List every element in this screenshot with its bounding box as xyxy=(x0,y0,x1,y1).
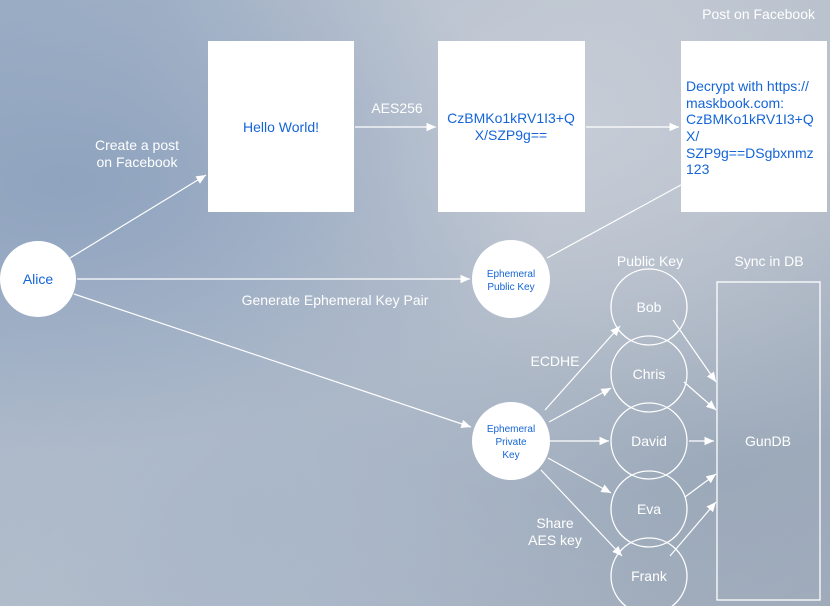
aes256-label: AES256 xyxy=(371,100,423,116)
bob-label: Bob xyxy=(637,299,662,315)
edge-ephprivate-chris xyxy=(548,387,612,423)
david-label: David xyxy=(631,433,667,449)
eph-private-line-3: Key xyxy=(502,450,519,461)
edge-alice-ephprivate xyxy=(73,293,472,429)
public-key-heading: Public Key xyxy=(617,253,683,269)
cipher-line-2: X/SZP9g== xyxy=(475,127,547,143)
cipher-line-1: CzBMKo1kRV1I3+Q xyxy=(447,110,575,126)
share-aes-line-1: Share xyxy=(536,515,574,531)
frank-label: Frank xyxy=(631,568,668,584)
create-post-line-2: on Facebook xyxy=(97,154,179,170)
edges xyxy=(69,122,717,557)
decrypt-line-4: X/ xyxy=(686,128,699,144)
share-aes-line-2: AES key xyxy=(528,532,582,548)
header-title: Post on Facebook xyxy=(702,6,816,22)
sync-db-heading: Sync in DB xyxy=(734,253,803,269)
decrypt-line-1: Decrypt with https:// xyxy=(686,78,809,94)
edge-frank-gundb xyxy=(669,501,717,557)
ecdhe-label: ECDHE xyxy=(530,353,579,369)
create-post-line-1: Create a post xyxy=(95,137,179,153)
decrypt-line-2: maskbook.com: xyxy=(686,95,784,111)
eph-public-line-2: Public Key xyxy=(487,282,534,293)
hello-label: Hello World! xyxy=(243,119,319,135)
edge-chris-gundb xyxy=(683,381,717,411)
edge-alice-hello xyxy=(69,174,207,259)
decrypt-line-6: 123 xyxy=(686,161,710,177)
gundb-label: GunDB xyxy=(745,433,791,449)
eva-label: Eva xyxy=(637,501,661,517)
decrypt-line-5: SZP9g==DSgbxnmz xyxy=(686,145,814,161)
edge-eva-gundb xyxy=(684,473,717,498)
alice-label: Alice xyxy=(23,271,54,287)
encryption-flow-diagram: Post on Facebook Hello World! CzBMKo1kRV… xyxy=(0,6,827,606)
eph-private-line-2: Private xyxy=(495,437,527,448)
eph-public-line-1: Ephemeral xyxy=(487,269,535,280)
chris-label: Chris xyxy=(633,366,666,382)
generate-pair-label: Generate Ephemeral Key Pair xyxy=(242,292,429,308)
decrypt-line-3: CzBMKo1kRV1I3+Q xyxy=(686,111,814,127)
eph-private-line-1: Ephemeral xyxy=(487,424,535,435)
